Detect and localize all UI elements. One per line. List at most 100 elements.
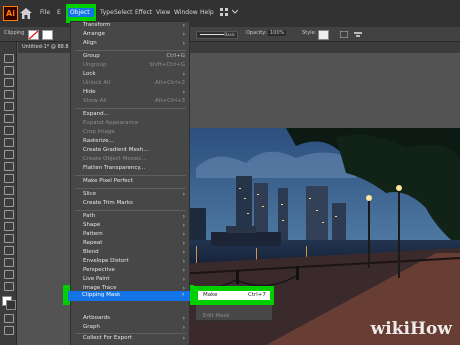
menu-item-clipping-mask[interactable]: Clipping Mask [82,292,120,298]
menu-file[interactable]: File [40,9,50,16]
shaper-tool-icon[interactable] [4,162,14,171]
menu-item-unlock-all[interactable]: Unlock All [83,80,110,86]
curvature-tool-icon[interactable] [4,102,14,111]
free-transform-tool-icon[interactable] [4,222,14,231]
shortcut-make: Ctrl+7 [248,292,266,298]
submenu-item-edit-mask[interactable]: Edit Mask [203,313,230,319]
menu-item-show-all[interactable]: Show All [83,98,106,104]
align-icon[interactable] [354,31,362,38]
submenu-item-make[interactable]: Make [203,292,218,298]
menu-item-perspective[interactable]: Perspective [83,267,115,273]
menu-item-graph[interactable]: Graph [83,324,100,330]
menu-item-crop-image[interactable]: Crop Image [83,129,115,135]
workspace-grid-icon[interactable] [220,8,228,16]
chevron-right-icon: › [182,276,185,283]
scale-tool-icon[interactable] [4,198,14,207]
hand-tool-icon[interactable] [4,270,14,279]
magic-wand-tool-icon[interactable] [4,78,14,87]
menu-item-artboards[interactable]: Artboards [83,315,110,321]
shortcut-ungroup: Shift+Ctrl+G [149,62,185,68]
menu-item-create-trim-marks[interactable]: Create Trim Marks [83,200,133,206]
menu-item-flatten-transparency[interactable]: Flatten Transparency... [83,165,145,171]
stroke-style-dropdown[interactable]: Basic [196,31,238,39]
chevron-right-icon: › [182,231,185,238]
chevron-right-icon: › [182,315,185,322]
document-setup-icon[interactable] [340,31,348,38]
menu-object-label: Object [68,8,94,17]
menu-item-envelope-distort[interactable]: Envelope Distort [83,258,129,264]
graphic-style-swatch[interactable] [318,30,329,40]
chevron-right-icon: › [182,40,185,47]
illustrator-logo: Ai [3,6,18,21]
rectangle-tool-icon[interactable] [4,138,14,147]
document-tab[interactable]: Untitled-1* @ 88.8 [22,44,69,50]
none-fill-icon [28,30,39,40]
menu-divider [75,333,186,334]
menu-item-transform[interactable]: Transform [83,22,110,28]
stroke-swatch[interactable] [42,30,53,40]
menu-item-create-gradient-mesh[interactable]: Create Gradient Mesh... [83,147,148,153]
control-bar: Clipping Basic Opacity: 100% Style: [0,27,460,42]
chevron-right-icon: › [182,31,185,38]
menu-item-path[interactable]: Path [83,213,95,219]
menu-item-arrange[interactable]: Arrange [83,31,105,37]
zoom-tool-icon[interactable] [4,282,14,291]
shortcut-unlock-all: Alt+Ctrl+2 [155,80,185,86]
menu-item-blend[interactable]: Blend [83,249,99,255]
selection-tool-icon[interactable] [4,54,14,63]
menu-item-rasterize[interactable]: Rasterize... [83,138,114,144]
menu-window[interactable]: Window [174,9,198,16]
gradient-tool-icon[interactable] [4,246,14,255]
paintbrush-tool-icon[interactable] [4,150,14,159]
menu-item-pattern[interactable]: Pattern [83,231,103,237]
menu-select[interactable]: Select [114,9,133,16]
opacity-label: Opacity: [246,30,267,36]
menu-help[interactable]: Help [200,9,214,16]
chevron-down-icon[interactable] [232,9,238,15]
tools-panel [0,42,17,345]
menu-item-hide[interactable]: Hide [83,89,96,95]
menu-bar: Ai File E Object Type Select Effect View… [0,0,460,27]
chevron-right-icon: › [182,71,185,78]
shape-builder-tool-icon[interactable] [4,234,14,243]
chevron-right-icon: › [182,240,185,247]
pen-tool-icon[interactable] [4,90,14,99]
line-tool-icon[interactable] [4,126,14,135]
shortcut-show-all: Alt+Ctrl+3 [155,98,185,104]
menu-view[interactable]: View [156,9,170,16]
menu-effect[interactable]: Effect [135,9,152,16]
chevron-right-icon: › [182,89,185,96]
menu-item-make-pixel-perfect[interactable]: Make Pixel Perfect [83,178,133,184]
menu-edit[interactable]: E [57,9,61,16]
chevron-right-icon: › [182,22,185,29]
width-tool-icon[interactable] [4,210,14,219]
direct-selection-tool-icon[interactable] [4,66,14,75]
menu-item-group[interactable]: Group [83,53,100,59]
draw-mode-icon[interactable] [4,314,14,323]
type-tool-icon[interactable] [4,114,14,123]
stroke-color-icon[interactable] [6,300,16,310]
menu-item-expand[interactable]: Expand... [83,111,109,117]
home-icon[interactable] [20,8,32,19]
eraser-tool-icon[interactable] [4,174,14,183]
chevron-right-icon: › [182,258,185,265]
rotate-tool-icon[interactable] [4,186,14,195]
menu-item-ungroup[interactable]: Ungroup [83,62,107,68]
menu-item-repeat[interactable]: Repeat [83,240,102,246]
menu-item-align[interactable]: Align [83,40,97,46]
menu-divider [75,50,186,51]
menu-item-expand-appearance[interactable]: Expand Appearance [83,120,138,126]
eyedropper-tool-icon[interactable] [4,258,14,267]
menu-item-collect-for-export[interactable]: Collect For Export [83,335,132,341]
menu-item-slice[interactable]: Slice [83,191,96,197]
menu-item-live-paint[interactable]: Live Paint [83,276,110,282]
menu-item-shape[interactable]: Shape [83,222,100,228]
opacity-field[interactable]: 100% [268,30,287,36]
chevron-right-icon: › [182,324,185,331]
menu-item-lock[interactable]: Lock [83,71,96,77]
menu-item-create-object-mosaic[interactable]: Create Object Mosaic... [83,156,147,162]
menu-type[interactable]: Type [100,9,114,16]
screen-mode-icon[interactable] [4,326,14,335]
style-label: Style: [302,30,317,36]
stroke-style-value: Basic [224,32,235,37]
